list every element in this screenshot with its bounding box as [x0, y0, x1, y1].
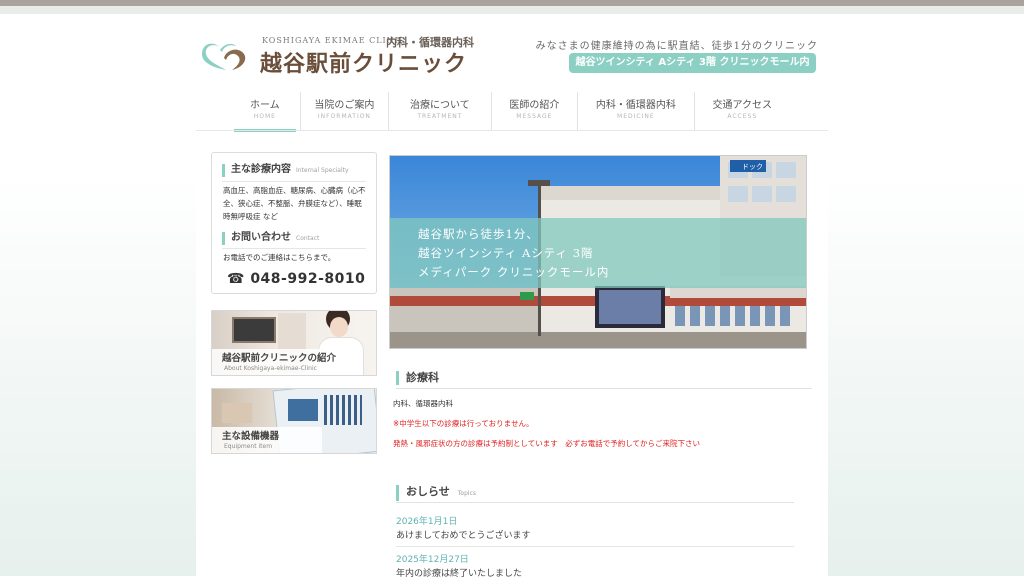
contact-heading: お問い合わせ Contact: [222, 232, 319, 245]
specialty-title: 主な診療内容: [231, 164, 291, 175]
nav-label: 医師の紹介: [509, 100, 560, 111]
site-logo[interactable]: KOSHIGAYA EKIMAE CLINIC 内科・循環器内科 越谷駅前クリニ…: [198, 36, 478, 82]
sidebar-info-box: 主な診療内容 Internal Specialty 高血圧、高脂血症、糖尿病、心臓…: [211, 152, 377, 294]
main-nav: ホーム HOME 当院のご案内 INFORMATION 治療について TREAT…: [230, 92, 790, 132]
nav-label: ホーム: [249, 100, 280, 111]
address-badge: 越谷ツインシティ Aシティ 3階 クリニックモール内: [569, 53, 816, 73]
hero-line: 越谷ツインシティ Aシティ 3階: [418, 246, 594, 260]
news-subtitle: Topics: [457, 490, 476, 497]
nav-access[interactable]: 交通アクセス ACCESS: [695, 92, 790, 130]
hero-line: 越谷駅から徒歩1分、: [418, 227, 539, 241]
nav-sublabel: INFORMATION: [317, 113, 371, 120]
nav-information[interactable]: 当院のご案内 INFORMATION: [301, 92, 390, 130]
nav-label: 治療について: [410, 100, 470, 111]
phone-number[interactable]: ☎ 048-992-8010: [227, 271, 365, 287]
news-date: 2026年1月1日: [396, 517, 458, 527]
divider: [222, 248, 366, 249]
nav-label: 内科・循環器内科: [595, 100, 676, 111]
logo-clinic-name: 越谷駅前クリニック: [260, 51, 468, 77]
nav-divider: [196, 130, 828, 131]
specialty-heading: 主な診療内容 Internal Specialty: [222, 164, 349, 177]
contact-text: お電話でのご連絡はこちらまで。: [223, 253, 336, 262]
nav-sublabel: TREATMENT: [417, 113, 463, 120]
top-border-light: [0, 6, 1024, 14]
header-tagline: みなさまの健康維持の為に駅直結、徒歩1分のクリニック: [535, 41, 818, 52]
departments-text: 内科、循環器内科: [393, 399, 453, 408]
banner-subtitle: About Koshigaya-ekimae-Clinic: [224, 365, 317, 372]
news-item-link[interactable]: あけましておめでとうございます: [396, 528, 530, 541]
hero-caption: 越谷駅から徒歩1分、 越谷ツインシティ Aシティ 3階 メディパーク クリニック…: [390, 218, 806, 288]
news-title: おしらせ: [406, 485, 450, 498]
news-date: 2025年12月27日: [396, 555, 469, 565]
clinic-intro-banner[interactable]: 越谷駅前クリニックの紹介 About Koshigaya-ekimae-Clin…: [211, 310, 377, 376]
store-sign-text: ドック: [742, 163, 763, 171]
equipment-banner[interactable]: 主な設備機器 Equipment item: [211, 388, 377, 454]
nav-label: 交通アクセス: [712, 100, 773, 111]
specialty-text: 高血圧、高脂血症、糖尿病、心臓病（心不全、狭心症、不整脈、弁膜症など）、睡眠時無…: [223, 186, 366, 221]
notice-text: 発熱・風邪症状の方の診療は予約制としています 必ずお電話で予約してからご来院下さ…: [393, 439, 701, 448]
divider: [396, 502, 794, 503]
hero-station-image: ドック 越谷駅から徒歩1分、 越谷ツインシティ Aシティ 3階 メディパーク ク…: [389, 155, 807, 349]
nav-treatment[interactable]: 治療について TREATMENT: [389, 92, 492, 130]
divider: [222, 181, 366, 182]
nav-sublabel: MESSAGE: [516, 113, 553, 120]
notice-text: ※中学生以下の診療は行っておりません。: [393, 419, 534, 428]
heart-leaf-logo-icon: [202, 43, 246, 70]
hero-line: メディパーク クリニックモール内: [418, 265, 610, 279]
nav-sublabel: MEDICINE: [617, 113, 655, 120]
contact-title: お問い合わせ: [231, 232, 291, 243]
banner-title: 越谷駅前クリニックの紹介: [222, 353, 337, 364]
nav-medicine[interactable]: 内科・循環器内科 MEDICINE: [578, 92, 695, 130]
news-item-link[interactable]: 年内の診療は終了いたしました: [396, 566, 522, 579]
nav-sublabel: HOME: [253, 113, 276, 120]
divider: [396, 388, 812, 389]
specialty-subtitle: Internal Specialty: [296, 167, 349, 174]
nav-sublabel: ACCESS: [727, 113, 758, 120]
nav-home[interactable]: ホーム HOME: [230, 92, 301, 132]
banner-subtitle: Equipment item: [224, 443, 273, 450]
departments-heading: 診療科: [396, 371, 439, 385]
nav-label: 当院のご案内: [314, 100, 375, 111]
contact-subtitle: Contact: [296, 235, 320, 242]
logo-english-name: KOSHIGAYA EKIMAE CLINIC: [262, 36, 406, 45]
nav-message[interactable]: 医師の紹介 MESSAGE: [492, 92, 579, 130]
divider: [396, 546, 794, 547]
news-heading: おしらせ Topics: [396, 485, 476, 501]
banner-title: 主な設備機器: [222, 431, 280, 442]
